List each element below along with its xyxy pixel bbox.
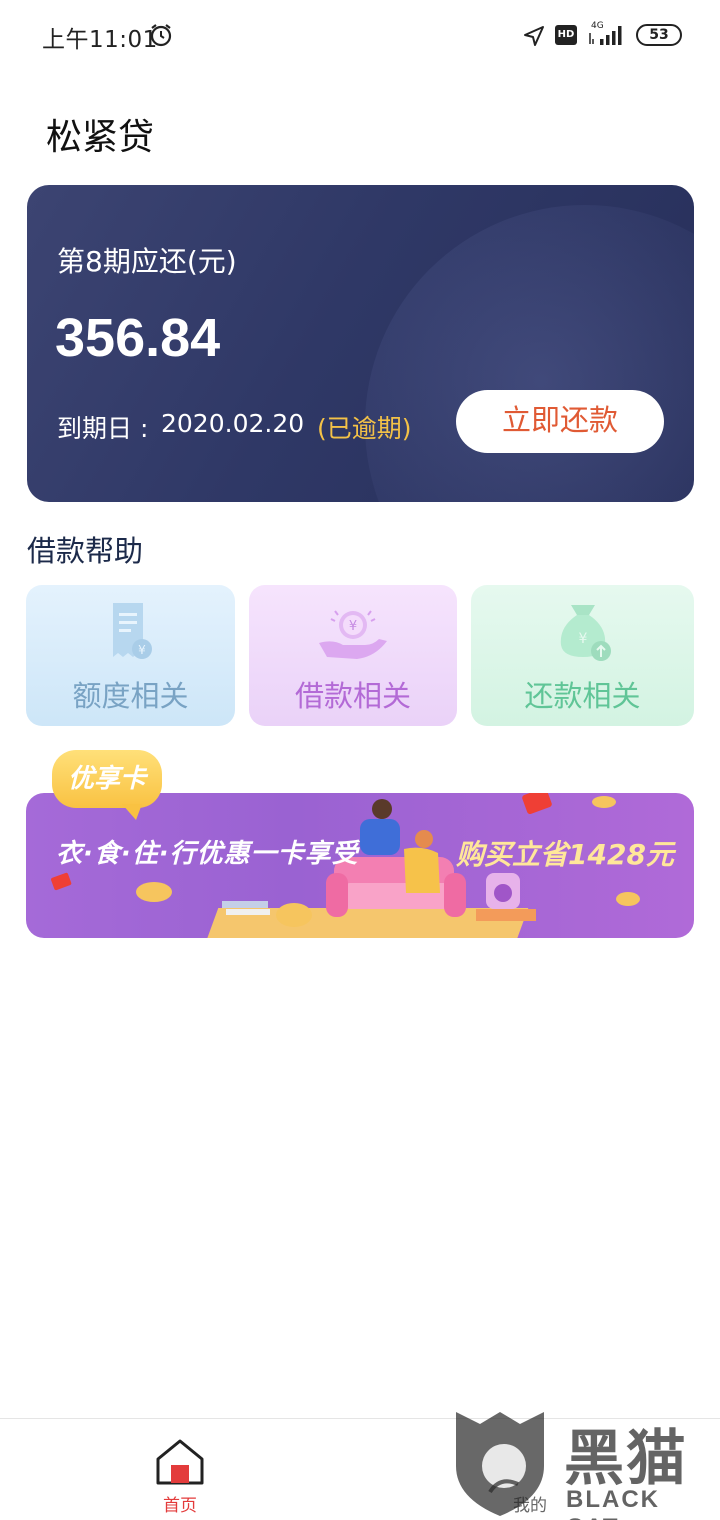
status-bar: 上午11:01 HD 4G 53 xyxy=(0,0,720,70)
network-label: 4G xyxy=(591,21,604,31)
location-arrow-icon xyxy=(524,26,544,46)
home-icon xyxy=(156,1439,204,1485)
overdue-status: (已逾期) xyxy=(317,414,412,443)
installment-label: 第8期应还(元) xyxy=(57,245,237,278)
watermark-cn: 黑猫 xyxy=(564,1424,688,1494)
card-decoration xyxy=(365,205,694,502)
due-date-label: 到期日 : xyxy=(57,414,149,443)
help-section-title: 借款帮助 xyxy=(27,534,144,568)
repay-now-button[interactable]: 立即还款 xyxy=(456,390,664,453)
help-tile-quota[interactable]: ¥ 额度相关 xyxy=(26,585,235,726)
tile-label-quota: 额度相关 xyxy=(72,679,189,713)
help-tile-loan[interactable]: ¥ 借款相关 xyxy=(249,585,457,726)
money-bag-icon: ¥ xyxy=(560,605,611,661)
nav-item-home[interactable]: 首页 xyxy=(140,1419,220,1519)
watermark: 黑猫 BLACK CAT xyxy=(450,1404,720,1520)
alarm-icon xyxy=(150,24,172,47)
svg-text:¥: ¥ xyxy=(578,631,587,647)
tile-label-loan: 借款相关 xyxy=(294,679,411,713)
promo-card-tag: 优享卡 xyxy=(52,750,162,820)
black-cat-logo-icon xyxy=(456,1412,544,1516)
svg-text:¥: ¥ xyxy=(349,619,357,634)
nav-label-home: 首页 xyxy=(163,1496,197,1516)
signal-icon: 4G xyxy=(589,21,622,45)
hand-coin-icon: ¥ xyxy=(319,610,387,659)
status-time: 上午11:01 xyxy=(42,27,158,53)
page-title: 松紧贷 xyxy=(46,117,155,158)
due-date-value: 2020.02.20 xyxy=(161,409,305,438)
receipt-yuan-icon: ¥ xyxy=(112,603,152,659)
amount-due: 356.84 xyxy=(55,308,221,368)
svg-text:¥: ¥ xyxy=(138,643,146,657)
battery-indicator: 53 xyxy=(636,24,682,46)
hd-icon: HD xyxy=(555,25,577,45)
promo-slogan: 衣·食·住·行优惠一卡享受 xyxy=(56,839,359,869)
promo-save-text: 购买立省1428元 xyxy=(456,838,674,871)
tile-label-repay: 还款相关 xyxy=(524,679,641,713)
repayment-card: 第8期应还(元) 356.84 到期日 : 2020.02.20 (已逾期) 立… xyxy=(27,185,694,502)
help-tile-repay[interactable]: ¥ 还款相关 xyxy=(471,585,694,726)
watermark-en: BLACK CAT xyxy=(566,1486,660,1520)
